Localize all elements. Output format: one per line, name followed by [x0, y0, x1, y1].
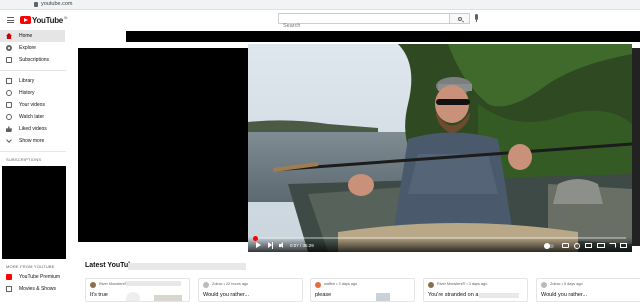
sidebar-item-history[interactable]: History — [0, 87, 70, 99]
subtitles-icon[interactable] — [562, 243, 569, 248]
community-post-card[interactable]: Zolrac • 5 days ago Would you rather... — [536, 278, 640, 302]
history-icon — [6, 90, 12, 96]
left-panel-redacted — [78, 48, 248, 242]
search-icon — [458, 17, 462, 21]
sidebar-item-label: Subscriptions — [19, 57, 50, 63]
shelf-title-redacted — [128, 263, 246, 270]
your-videos-icon — [6, 102, 12, 108]
sidebar-item-label: Explore — [19, 45, 36, 51]
play-button[interactable] — [256, 242, 262, 249]
cast-icon[interactable] — [609, 243, 616, 248]
sidebar-divider — [0, 70, 66, 71]
sidebar-item-liked-videos[interactable]: Liked videos — [0, 123, 70, 135]
microphone-icon[interactable] — [475, 14, 478, 22]
post-meta: waffee • 3 days ago — [324, 282, 358, 286]
time-display: 0:07 / 35:29 — [290, 243, 314, 248]
avatar — [541, 282, 547, 288]
sidebar-item-label: Show more — [19, 138, 45, 144]
sidebar-item-home[interactable]: Home — [0, 30, 65, 42]
sidebar-item-label: Your videos — [19, 102, 45, 108]
logo-country-code: IN — [63, 15, 68, 20]
theater-mode-icon[interactable] — [597, 243, 605, 248]
sidebar-item-label: History — [19, 90, 35, 96]
youtube-play-icon — [20, 16, 31, 24]
home-icon — [6, 33, 12, 39]
post-image-placeholder — [126, 292, 140, 301]
post-text: Would you rather... — [541, 292, 588, 298]
banner-redacted — [126, 31, 640, 42]
subscriptions-list-redacted — [2, 166, 66, 259]
community-post-card[interactable]: waffee • 3 days ago please — [310, 278, 415, 302]
sidebar-item-label: Library — [19, 78, 35, 84]
post-meta: River Monsters® • 3 days ago — [437, 282, 488, 286]
progress-bar[interactable] — [252, 235, 626, 241]
post-meta: Zolrac • 22 hours ago — [212, 282, 249, 286]
community-post-card[interactable]: River Monsters® • 24 minutes ago It's tr… — [85, 278, 190, 302]
avatar — [315, 282, 321, 288]
community-post-card[interactable]: River Monsters® • 3 days ago You're stra… — [423, 278, 528, 302]
sidebar-item-youtube-premium[interactable]: YouTube Premium — [0, 271, 70, 283]
more-from-youtube-heading: MORE FROM YOUTUBE — [6, 264, 55, 269]
compass-icon — [6, 45, 12, 51]
miniplayer-icon[interactable] — [585, 243, 592, 248]
avatar — [428, 282, 434, 288]
post-text: You're stranded on a — [428, 292, 479, 298]
browser-address-bar: youtube.com — [0, 0, 640, 10]
post-image — [154, 295, 182, 301]
sidebar-item-label: YouTube Premium — [19, 274, 61, 280]
sidebar-divider — [0, 151, 66, 152]
post-text: Would you rather... — [203, 292, 250, 298]
fullscreen-icon[interactable] — [620, 243, 627, 248]
sidebar-item-library[interactable]: Library — [0, 75, 70, 87]
community-post-card[interactable]: Zolrac • 22 hours ago Would you rather..… — [198, 278, 303, 302]
sidebar-item-label: Watch later — [19, 114, 45, 120]
search-box[interactable] — [278, 13, 450, 31]
gear-icon[interactable] — [574, 242, 580, 249]
sidebar-item-explore[interactable]: Explore — [0, 42, 70, 54]
post-meta: Zolrac • 5 days ago — [550, 282, 583, 286]
lock-icon — [34, 2, 38, 7]
sidebar: Home Explore Subscriptions Library Histo… — [0, 30, 70, 300]
thumbs-up-icon — [6, 126, 12, 132]
premium-icon — [6, 274, 12, 280]
sidebar-item-subscriptions[interactable]: Subscriptions — [0, 54, 70, 66]
subscriptions-icon — [6, 57, 12, 63]
chevron-down-icon — [6, 138, 12, 144]
video-player[interactable]: 0:07 / 35:29 — [248, 44, 632, 252]
right-edge-strip — [632, 48, 640, 246]
movies-icon — [6, 286, 12, 292]
sidebar-item-show-more[interactable]: Show more — [0, 135, 70, 147]
sidebar-item-watch-later[interactable]: Watch later — [0, 111, 70, 123]
autoplay-toggle[interactable] — [544, 243, 554, 249]
search-input[interactable] — [279, 21, 449, 31]
post-text: It's true — [90, 292, 108, 298]
post-text: please — [315, 292, 332, 298]
sidebar-item-movies-shows[interactable]: Movies & Shows — [0, 283, 70, 295]
search-button[interactable] — [450, 13, 470, 24]
text-redacted — [126, 281, 181, 286]
sidebar-item-your-videos[interactable]: Your videos — [0, 99, 70, 111]
hamburger-menu-icon[interactable] — [7, 17, 14, 23]
text-redacted — [479, 293, 519, 298]
next-button[interactable] — [268, 242, 274, 249]
video-frame — [248, 44, 632, 252]
volume-icon[interactable] — [279, 242, 286, 249]
sidebar-item-label: Liked videos — [19, 126, 47, 132]
clock-icon — [6, 114, 12, 120]
scrubber-handle[interactable] — [252, 235, 258, 241]
address-url[interactable]: youtube.com — [41, 1, 73, 7]
library-icon — [6, 78, 12, 84]
avatar — [90, 282, 96, 288]
subscriptions-heading: SUBSCRIPTIONS — [6, 157, 42, 162]
avatar — [203, 282, 209, 288]
sidebar-item-label: Home — [19, 33, 33, 39]
sidebar-item-label: Movies & Shows — [19, 286, 56, 292]
logo-text: YouTube — [32, 15, 63, 25]
youtube-logo[interactable]: YouTube IN — [20, 15, 67, 25]
